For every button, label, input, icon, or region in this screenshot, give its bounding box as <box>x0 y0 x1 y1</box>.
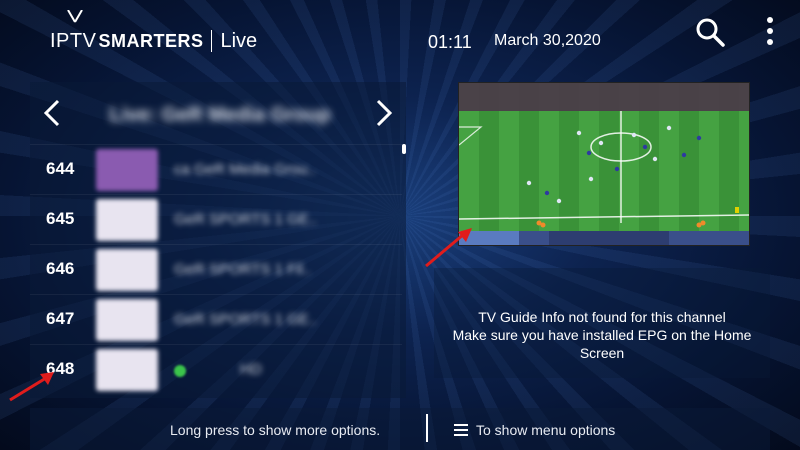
brand-iptv: IPTV <box>50 29 97 52</box>
chevron-left-icon[interactable] <box>40 98 64 128</box>
category-header: Live: GeR Media Group <box>30 82 406 142</box>
more-options-icon[interactable] <box>758 14 782 50</box>
channel-logo <box>96 149 158 191</box>
chevron-right-icon[interactable] <box>372 98 396 128</box>
section-title: Live <box>220 29 258 52</box>
channel-row[interactable]: 646 GeR SPORTS 1 Fil.. <box>30 244 402 295</box>
channel-name: GeR SPORTS 1 Fil.. <box>174 261 312 278</box>
annotation-arrow-icon <box>9 372 54 402</box>
app-logo: IPTV SMARTERS Live <box>50 10 258 56</box>
logo-divider <box>211 30 213 52</box>
channel-name: GeR SPORTS 1 GE.. <box>174 311 318 328</box>
tv-antenna-icon <box>67 10 83 23</box>
clock-time: 01:11 <box>428 32 472 52</box>
channel-row[interactable]: 645 GeR SPORTS 1 GE.. <box>30 194 402 245</box>
brand-smarters: SMARTERS <box>98 30 204 51</box>
video-player[interactable] <box>458 82 750 246</box>
search-icon[interactable] <box>694 16 726 48</box>
channel-row[interactable]: 644 ca GeR Media Grou.. <box>30 144 402 195</box>
epg-instruction: Make sure you have installed EPG on the … <box>434 326 770 362</box>
channel-name: HD <box>240 361 262 378</box>
brand-name: IPTV SMARTERS <box>50 30 203 53</box>
channel-logo <box>96 249 158 291</box>
long-press-hint: Long press to show more options. <box>170 422 381 438</box>
category-title: Live: GeR Media Group <box>109 104 331 126</box>
channel-number: 646 <box>46 259 75 278</box>
channel-logo <box>96 349 158 391</box>
channel-row[interactable]: 647 GeR SPORTS 1 GE.. <box>30 294 402 345</box>
channel-logo <box>96 199 158 241</box>
menu-hint-label: To show menu options <box>476 422 616 438</box>
epg-not-found-message: TV Guide Info not found for this channel <box>478 309 726 325</box>
hamburger-menu-icon <box>454 424 468 436</box>
clock-date: March 30,2020 <box>494 32 601 49</box>
channel-number: 645 <box>46 209 75 228</box>
football-match-frame <box>459 83 749 245</box>
epg-instruction-line3: Screen <box>579 345 625 361</box>
channel-name: GeR SPORTS 1 GE.. <box>174 211 318 228</box>
channel-number: 647 <box>46 309 75 328</box>
bottom-hint-bar: Long press to show more options. To show… <box>30 408 770 450</box>
epg-instruction-line2: Make sure you have installed EPG on the … <box>452 327 752 343</box>
channel-name: ca GeR Media Grou.. <box>174 161 316 178</box>
epg-info-panel: TV Guide Info not found for this channel… <box>434 268 770 378</box>
scrollbar-thumb[interactable] <box>402 144 406 154</box>
channel-number: 644 <box>46 159 75 178</box>
app-header: IPTV SMARTERS Live 01:11 March 30,2020 <box>0 0 800 70</box>
channel-logo <box>96 299 158 341</box>
annotation-arrow-icon <box>425 228 472 268</box>
channel-list-panel: Live: GeR Media Group 644 ca GeR Media G… <box>30 82 406 398</box>
channel-row[interactable]: 648 HD <box>30 344 402 395</box>
footer-divider <box>426 414 428 442</box>
live-indicator-icon <box>174 365 186 377</box>
menu-hint: To show menu options <box>454 422 615 438</box>
